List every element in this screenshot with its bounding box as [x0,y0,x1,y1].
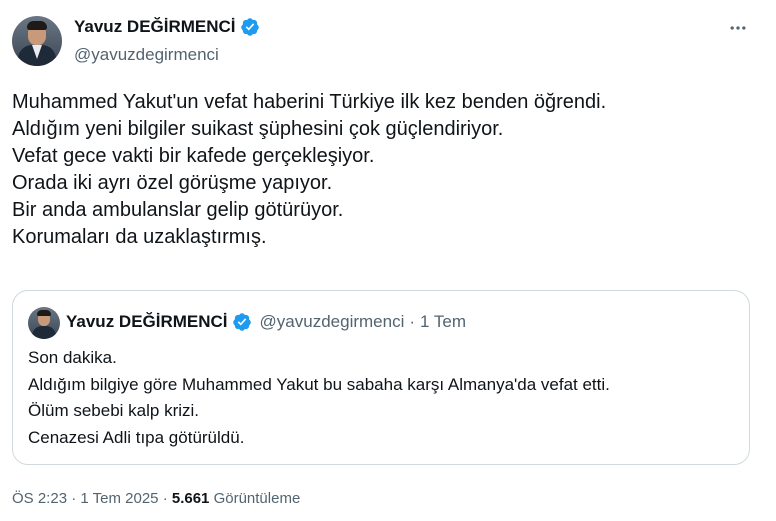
author-name-row[interactable]: Yavuz DEĞİRMENCİ [74,17,260,37]
author-name[interactable]: Yavuz DEĞİRMENCİ [74,17,236,37]
tweet-date[interactable]: 1 Tem 2025 [80,490,158,507]
quoted-tweet-header: Yavuz DEĞİRMENCİ @yavuzdegirmenci · 1 Te… [66,312,466,332]
tweet-time[interactable]: ÖS 2:23 [12,490,67,507]
tweet-text-line: Bir anda ambulanslar gelip götürüyor. [12,199,344,221]
quoted-tweet-text: Son dakika. Aldığım bilgiye göre Muhamme… [28,345,738,451]
quoted-author-avatar [28,307,60,339]
quoted-text-line: Son dakika. [28,348,117,367]
tweet-text-line: Muhammed Yakut'un vefat haberini Türkiye… [12,91,607,113]
separator-dot: · [162,490,168,507]
quoted-tweet[interactable]: Yavuz DEĞİRMENCİ @yavuzdegirmenci · 1 Te… [12,290,750,465]
quoted-text-line: Cenazesi Adli tıpa götürüldü. [28,427,245,447]
separator-dot: · [409,312,416,331]
quoted-author-name: Yavuz DEĞİRMENCİ [66,312,228,331]
tweet-text-line: Orada iki ayrı özel görüşme yapıyor. [12,172,333,194]
more-options-button[interactable] [726,16,750,40]
views-count: 5.661 [171,490,210,507]
views-label: Görüntüleme [213,490,301,507]
tweet-text-line: Korumaları da uzaklaştırmış. [12,226,267,248]
quoted-tweet-date: 1 Tem [420,312,467,331]
quoted-text-line: Ölüm sebebi kalp krizi. [28,401,200,420]
verified-badge-icon [240,17,260,37]
quoted-text-line: Aldığım bilgiye göre Muhammed Yakut bu s… [28,374,610,394]
quoted-author-handle: @yavuzdegirmenci [259,312,405,331]
author-handle[interactable]: @yavuzdegirmenci [74,45,219,65]
tweet-meta: ÖS 2:23 · 1 Tem 2025 · 5.661 Görüntüleme [12,490,300,507]
tweet-text-line: Aldığım yeni bilgiler suikast şüphesini … [12,118,504,140]
more-horizontal-icon [730,26,746,30]
tweet-text: Muhammed Yakut'un vefat haberini Türkiye… [12,89,762,251]
tweet-text-line: Vefat gece vakti bir kafede gerçekleşiyo… [12,145,375,167]
author-avatar[interactable] [12,16,62,66]
verified-badge-icon [232,312,252,332]
separator-dot: · [71,490,77,507]
